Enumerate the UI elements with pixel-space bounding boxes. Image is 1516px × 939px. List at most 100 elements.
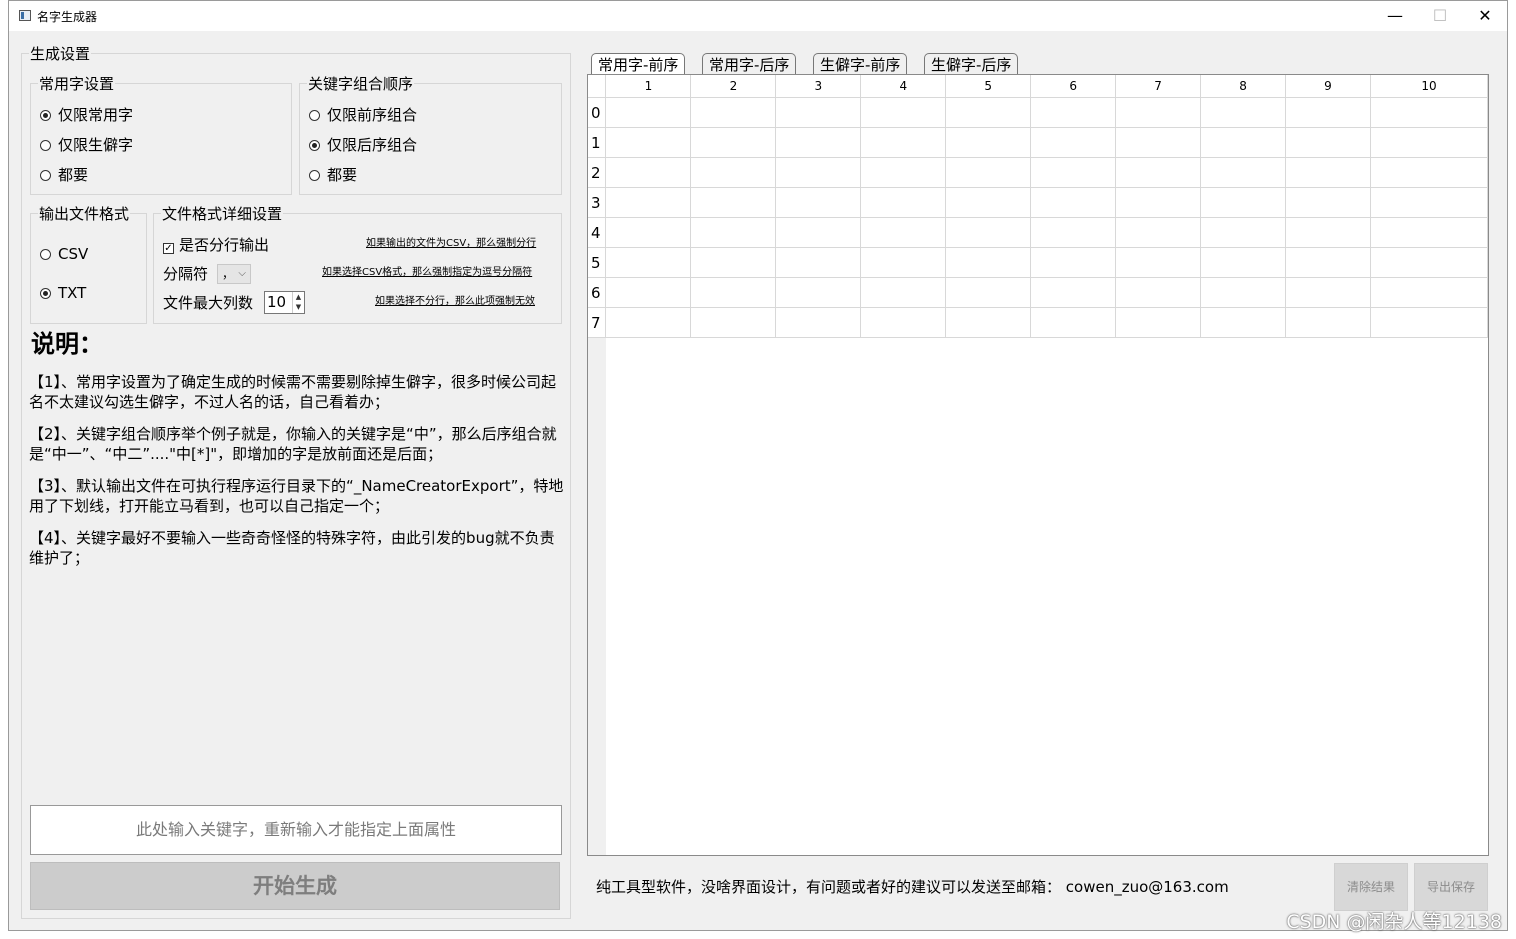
- column-header[interactable]: 6: [1030, 75, 1117, 98]
- radio-indicator[interactable]: [40, 170, 51, 181]
- row-header[interactable]: 2: [588, 157, 607, 188]
- table-cell[interactable]: [1115, 187, 1202, 218]
- table-cell[interactable]: [1115, 97, 1202, 128]
- table-cell[interactable]: [690, 247, 777, 278]
- tab-common-prefix[interactable]: 常用字-前序: [591, 53, 686, 75]
- table-cell[interactable]: [945, 277, 1032, 308]
- table-cell[interactable]: [605, 217, 692, 248]
- table-cell[interactable]: [1284, 187, 1371, 218]
- table-cell[interactable]: [860, 307, 947, 338]
- table-cell[interactable]: [1284, 277, 1371, 308]
- maximize-button[interactable]: ☐: [1417, 1, 1463, 31]
- table-cell[interactable]: [1284, 157, 1371, 188]
- clear-results-button[interactable]: 清除结果: [1334, 863, 1408, 911]
- table-cell[interactable]: [1369, 217, 1488, 248]
- table-cell[interactable]: [1030, 157, 1117, 188]
- table-cell[interactable]: [1115, 277, 1202, 308]
- table-cell[interactable]: [690, 217, 777, 248]
- column-header[interactable]: 2: [690, 75, 777, 98]
- table-cell[interactable]: [1369, 277, 1488, 308]
- table-cell[interactable]: [1030, 217, 1117, 248]
- radio-order-both[interactable]: 都要: [309, 166, 357, 184]
- table-cell[interactable]: [945, 307, 1032, 338]
- table-cell[interactable]: [1115, 307, 1202, 338]
- table-cell[interactable]: [775, 307, 862, 338]
- column-header[interactable]: 8: [1200, 75, 1286, 98]
- table-cell[interactable]: [1369, 97, 1488, 128]
- radio-indicator[interactable]: [40, 110, 51, 121]
- table-cell[interactable]: [690, 127, 777, 158]
- radio-indicator[interactable]: [309, 140, 320, 151]
- check-icon[interactable]: ✓: [163, 243, 174, 254]
- table-cell[interactable]: [775, 97, 862, 128]
- minimize-button[interactable]: —: [1372, 1, 1418, 31]
- table-cell[interactable]: [1030, 187, 1117, 218]
- table-cell[interactable]: [690, 187, 777, 218]
- table-cell[interactable]: [605, 97, 692, 128]
- table-cell[interactable]: [605, 307, 692, 338]
- table-cell[interactable]: [1369, 247, 1488, 278]
- radio-indicator[interactable]: [40, 288, 51, 299]
- radio-indicator[interactable]: [40, 249, 51, 260]
- table-cell[interactable]: [860, 247, 947, 278]
- table-cell[interactable]: [605, 277, 692, 308]
- radio-indicator[interactable]: [309, 170, 320, 181]
- table-cell[interactable]: [1369, 127, 1488, 158]
- table-cell[interactable]: [690, 277, 777, 308]
- radio-prefix-only[interactable]: 仅限前序组合: [309, 106, 417, 124]
- table-cell[interactable]: [1200, 307, 1286, 338]
- row-header[interactable]: 0: [588, 97, 607, 128]
- start-generate-button[interactable]: 开始生成: [30, 862, 560, 910]
- max-cols-spinbox[interactable]: 10 ▲ ▼: [264, 291, 305, 314]
- table-cell[interactable]: [690, 307, 777, 338]
- table-cell[interactable]: [1115, 247, 1202, 278]
- table-cell[interactable]: [605, 247, 692, 278]
- table-cell[interactable]: [775, 157, 862, 188]
- table-cell[interactable]: [690, 97, 777, 128]
- tab-rare-prefix[interactable]: 生僻字-前序: [813, 53, 908, 75]
- table-corner[interactable]: [588, 75, 607, 98]
- row-header[interactable]: 7: [588, 307, 607, 338]
- table-cell[interactable]: [1030, 127, 1117, 158]
- line-output-checkbox[interactable]: ✓ 是否分行输出: [163, 236, 269, 254]
- table-cell[interactable]: [1284, 217, 1371, 248]
- row-header[interactable]: 6: [588, 277, 607, 308]
- table-cell[interactable]: [1200, 187, 1286, 218]
- radio-common-only[interactable]: 仅限常用字: [40, 106, 133, 124]
- table-cell[interactable]: [1030, 97, 1117, 128]
- radio-common-both[interactable]: 都要: [40, 166, 88, 184]
- table-cell[interactable]: [1284, 127, 1371, 158]
- table-cell[interactable]: [1030, 277, 1117, 308]
- export-save-button[interactable]: 导出保存: [1414, 863, 1488, 911]
- table-cell[interactable]: [860, 187, 947, 218]
- table-cell[interactable]: [1284, 307, 1371, 338]
- table-cell[interactable]: [945, 187, 1032, 218]
- close-button[interactable]: ✕: [1462, 1, 1508, 31]
- table-cell[interactable]: [1369, 187, 1488, 218]
- tab-common-suffix[interactable]: 常用字-后序: [702, 53, 797, 75]
- separator-select[interactable]: ， ⌵: [217, 264, 251, 284]
- column-header[interactable]: 7: [1115, 75, 1202, 98]
- row-header[interactable]: 5: [588, 247, 607, 278]
- column-header[interactable]: 4: [860, 75, 947, 98]
- radio-csv[interactable]: CSV: [40, 245, 88, 263]
- keyword-input[interactable]: 此处输入关键字，重新输入才能指定上面属性: [30, 805, 562, 855]
- table-cell[interactable]: [1369, 157, 1488, 188]
- row-header[interactable]: 1: [588, 127, 607, 158]
- table-cell[interactable]: [945, 157, 1032, 188]
- table-cell[interactable]: [775, 127, 862, 158]
- table-cell[interactable]: [1200, 157, 1286, 188]
- table-cell[interactable]: [860, 217, 947, 248]
- column-header[interactable]: 3: [775, 75, 862, 98]
- table-cell[interactable]: [605, 157, 692, 188]
- table-cell[interactable]: [860, 127, 947, 158]
- table-cell[interactable]: [690, 157, 777, 188]
- table-cell[interactable]: [605, 127, 692, 158]
- spin-arrows-icon[interactable]: ▲ ▼: [292, 292, 304, 313]
- results-grid[interactable]: 1 2 3 4 5 6 7 8 9 10 01234567: [588, 75, 1488, 338]
- table-cell[interactable]: [605, 187, 692, 218]
- table-cell[interactable]: [1200, 97, 1286, 128]
- table-cell[interactable]: [775, 187, 862, 218]
- radio-rare-only[interactable]: 仅限生僻字: [40, 136, 133, 154]
- table-cell[interactable]: [945, 247, 1032, 278]
